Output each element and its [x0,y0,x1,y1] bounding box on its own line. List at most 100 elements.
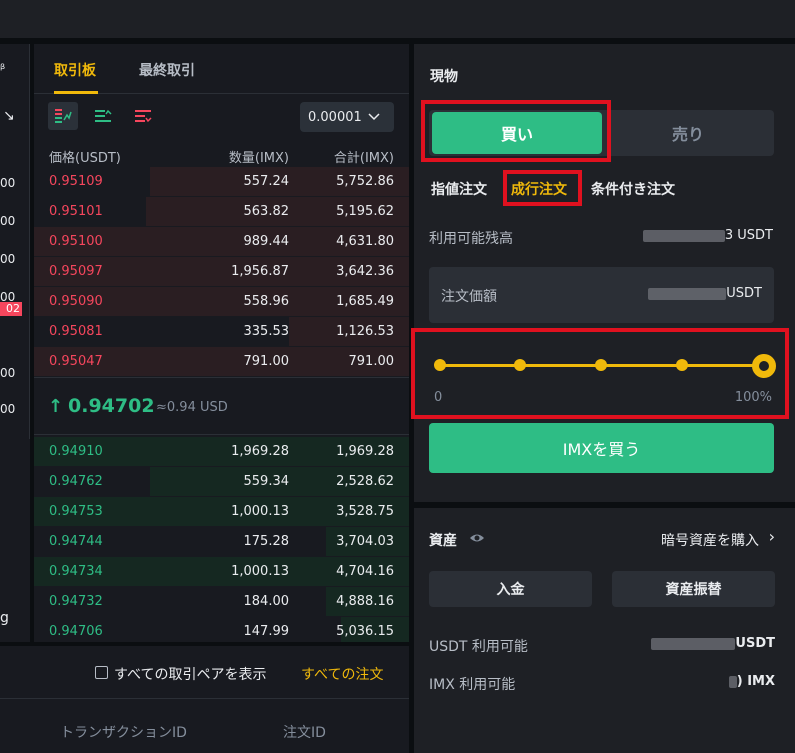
order-amount-value: USDT [648,286,762,301]
bid-row[interactable]: 0.94734 1,000.13 4,704.16 [34,557,409,587]
all-orders-link[interactable]: すべての注文 [301,664,383,684]
bid-total: 3,528.75 [336,504,394,519]
bid-quantity: 147.99 [243,624,290,639]
assets-title: 資産 [429,533,457,549]
ask-total: 5,195.62 [336,204,394,219]
buy-crypto-link[interactable]: 暗号資産を購入 [661,530,759,550]
view-bids-icon[interactable] [88,102,118,130]
order-amount-unit: USDT [726,286,762,301]
redacted-value [651,637,736,650]
expand-icon[interactable]: ↘ [3,108,15,124]
redacted-value [728,675,737,688]
bid-row[interactable]: 0.94744 175.28 3,704.03 [34,527,409,557]
show-all-pairs-label[interactable]: すべての取引ペアを表示 [114,664,266,684]
ask-price: 0.95047 [49,354,103,369]
top-bar [0,0,795,38]
bid-total: 2,528.62 [336,474,394,489]
bid-row[interactable]: 0.94732 184.00 4,888.16 [34,587,409,617]
bid-quantity: 1,000.13 [231,504,289,519]
ask-price: 0.95101 [49,204,103,219]
bid-row[interactable]: 0.94753 1,000.13 3,528.75 [34,497,409,527]
bid-total: 4,704.16 [336,564,394,579]
ask-total: 1,685.49 [336,294,394,309]
header-qty: 数量(IMX) [228,151,289,166]
ask-quantity: 989.44 [243,234,290,249]
bid-price: 0.94744 [49,534,103,549]
ask-row[interactable]: 0.95109 557.24 5,752.86 [34,167,409,197]
ask-row[interactable]: 0.95101 563.82 5,195.62 [34,197,409,227]
tab-limit-order[interactable]: 指値注文 [431,179,487,199]
bid-quantity: 559.34 [243,474,290,489]
column-transaction-id: トランザクションID [60,725,187,741]
bid-price: 0.94734 [49,564,103,579]
bid-row[interactable]: 0.94910 1,969.28 1,969.28 [34,437,409,467]
ask-row[interactable]: 0.95047 791.00 791.00 [34,347,409,377]
bid-total: 1,969.28 [336,444,394,459]
spot-trade-panel: 現物 買い 売り 指値注文 成行注文 条件付き注文 利用可能残高 3 USDT … [411,44,795,502]
chevron-right-icon[interactable]: › [769,527,775,546]
ask-row[interactable]: 0.95081 335.53 1,126.53 [34,317,409,347]
clipped-value: 00 [0,366,16,380]
ask-row[interactable]: 0.95090 558.96 1,685.49 [34,287,409,317]
order-book-header: 価格(USDT) 数量(IMX) 合計(IMX) [34,147,409,166]
ask-row[interactable]: 0.95100 989.44 4,631.80 [34,227,409,257]
redacted-value [648,287,727,300]
bid-quantity: 1,000.13 [231,564,289,579]
transfer-button[interactable]: 資産振替 [612,571,775,607]
ask-total: 4,631.80 [336,234,394,249]
view-asks-icon[interactable] [128,102,158,130]
panel-title: 現物 [430,69,458,85]
ask-quantity: 791.00 [243,354,290,369]
usdt-unit: USDT [735,636,775,651]
ask-price: 0.95081 [49,324,103,339]
usdt-available-label: USDT 利用可能 [429,639,528,655]
view-both-icon[interactable] [48,102,78,130]
clipped-header-fragment: ᵦ [0,58,6,73]
tab-order-book[interactable]: 取引板 [54,60,96,80]
buy-imx-button[interactable]: IMXを買う [429,423,774,473]
divider [0,698,409,699]
order-amount-field[interactable]: 注文価額 USDT [429,267,774,323]
deposit-button[interactable]: 入金 [429,571,592,607]
bid-price: 0.94706 [49,624,103,639]
ask-price: 0.95109 [49,174,103,189]
ask-row[interactable]: 0.95097 1,956.87 3,642.36 [34,257,409,287]
precision-value: 0.00001 [308,109,362,125]
active-tab-indicator [54,91,98,94]
sell-tab-button[interactable]: 売り [604,112,772,154]
tab-conditional-order[interactable]: 条件付き注文 [591,179,675,199]
left-clipped-panel: ᵦ ↘ 00 00 00 00 02 00 00 g [0,44,30,642]
clipped-value: 00 [0,252,16,266]
bid-quantity: 1,969.28 [231,444,289,459]
ask-total: 1,126.53 [336,324,394,339]
order-book-tabs: 取引板 最終取引 [34,44,409,94]
available-balance-label: 利用可能残高 [429,231,513,247]
ask-price: 0.95100 [49,234,103,249]
precision-select[interactable]: 0.00001 [300,102,394,132]
imx-unit: ) IMX [736,674,775,689]
clipped-highlight-badge: 02 [0,302,22,316]
redacted-value [642,229,725,242]
show-all-pairs-checkbox[interactable] [95,666,108,679]
highlight-box [503,170,582,206]
bid-row[interactable]: 0.94762 559.34 2,528.62 [34,467,409,497]
tab-last-trades[interactable]: 最終取引 [139,60,195,80]
ask-quantity: 1,956.87 [231,264,289,279]
highlight-box [421,100,611,162]
ask-quantity: 563.82 [243,204,290,219]
last-price-usd: ≈0.94 USD [156,400,228,415]
ask-quantity: 558.96 [243,294,290,309]
eye-icon[interactable] [469,530,485,549]
header-total: 合計(IMX) [333,151,394,166]
bid-price: 0.94753 [49,504,103,519]
available-balance-unit: 3 USDT [724,228,773,243]
last-price: 0.94702 [68,395,155,417]
clipped-value: 00 [0,402,16,416]
clipped-value: 00 [0,176,16,190]
imx-available-label: IMX 利用可能 [429,677,516,693]
clipped-text: g [0,610,9,626]
ask-total: 791.00 [348,354,395,369]
bid-price: 0.94910 [49,444,103,459]
order-amount-label: 注文価額 [441,289,497,305]
bid-row[interactable]: 0.94706 147.99 5,036.15 [34,617,409,642]
